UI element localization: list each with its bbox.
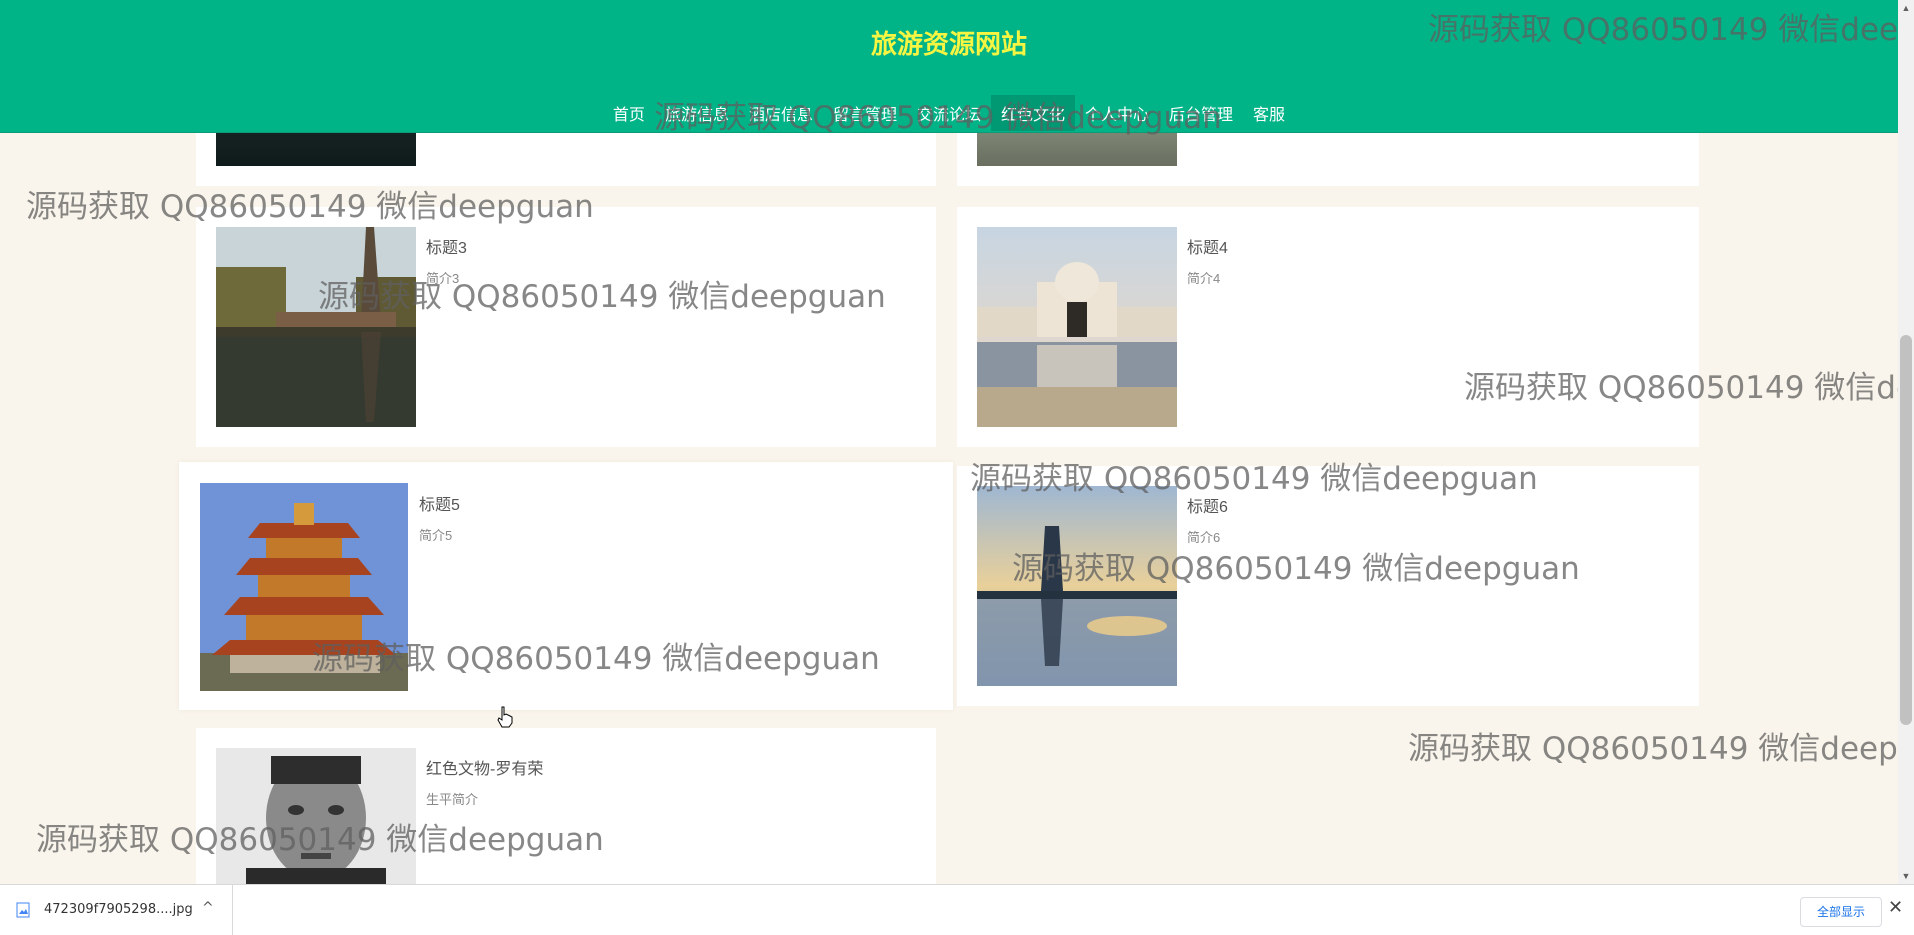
download-file-name[interactable]: 472309f7905298....jpg — [44, 902, 193, 917]
card-intro: 简介6 — [1187, 530, 1221, 545]
portrait-photo — [216, 748, 416, 884]
nav-item-travel-info[interactable]: 旅游信息 — [655, 95, 739, 131]
pagoda-lake-photo — [216, 227, 416, 427]
card-image[interactable] — [200, 483, 408, 691]
image-file-icon — [16, 902, 30, 918]
card-image[interactable] — [977, 486, 1177, 686]
card-intro: 生平简介 — [426, 792, 479, 807]
show-all-button[interactable]: 全部显示 — [1800, 897, 1882, 927]
card-4[interactable]: 标题4 简介4 — [957, 207, 1699, 447]
nav-item-forum[interactable]: 交流论坛 — [907, 95, 991, 131]
card-6[interactable]: 标题6 简介6 — [957, 466, 1699, 706]
site-title[interactable]: 旅游资源网站 — [0, 24, 1898, 61]
chevron-up-icon[interactable]: ^ — [202, 900, 214, 916]
main-nav: 首页 旅游信息 酒店信息 留言管理 交流论坛 红色文化 个人中心 后台管理 客服 — [0, 95, 1898, 131]
nav-item-messages[interactable]: 留言管理 — [823, 95, 907, 131]
card-title[interactable]: 标题5 — [419, 491, 460, 515]
download-item[interactable]: 472309f7905298....jpg ^ — [0, 885, 233, 935]
card-title[interactable]: 标题3 — [426, 234, 467, 258]
card-intro: 简介3 — [426, 271, 460, 286]
card-image[interactable] — [216, 748, 416, 884]
nav-item-admin[interactable]: 后台管理 — [1159, 95, 1243, 131]
page-scrollbar[interactable]: ▲ ▼ — [1898, 0, 1914, 884]
scroll-down-icon[interactable]: ▼ — [1898, 868, 1914, 884]
nav-item-customer-service[interactable]: 客服 — [1243, 95, 1295, 131]
nav-item-home[interactable]: 首页 — [603, 95, 655, 131]
card-3[interactable]: 标题3 简介3 — [196, 207, 936, 447]
yellow-crane-tower-photo — [200, 483, 408, 691]
pagoda-sunset-reflection-photo — [977, 486, 1177, 686]
scroll-up-icon[interactable]: ▲ — [1898, 0, 1914, 16]
card-title[interactable]: 标题6 — [1187, 493, 1228, 517]
card-red-relic[interactable]: 红色文物-罗有荣 生平简介 — [196, 728, 936, 884]
card-image[interactable] — [977, 227, 1177, 427]
white-palace-reflection-photo — [977, 227, 1177, 427]
scrollbar-thumb[interactable] — [1900, 335, 1912, 725]
download-bar: 472309f7905298....jpg ^ 全部显示 ✕ — [0, 884, 1914, 935]
hand-cursor-icon — [497, 706, 513, 728]
site-header: 旅游资源网站 首页 旅游信息 酒店信息 留言管理 交流论坛 红色文化 个人中心 … — [0, 0, 1898, 133]
nav-item-personal-center[interactable]: 个人中心 — [1075, 95, 1159, 131]
nav-item-hotel-info[interactable]: 酒店信息 — [739, 95, 823, 131]
card-intro: 简介5 — [419, 528, 453, 543]
card-intro: 简介4 — [1187, 271, 1221, 286]
card-title[interactable]: 红色文物-罗有荣 — [426, 755, 543, 779]
nav-item-red-culture[interactable]: 红色文化 — [991, 95, 1076, 131]
card-image[interactable] — [216, 227, 416, 427]
card-title[interactable]: 标题4 — [1187, 234, 1228, 258]
card-5[interactable]: 标题5 简介5 — [179, 462, 953, 710]
close-icon[interactable]: ✕ — [1888, 897, 1903, 918]
watermark: 源码获取 QQ86050149 微信deepgua — [1408, 731, 1914, 767]
